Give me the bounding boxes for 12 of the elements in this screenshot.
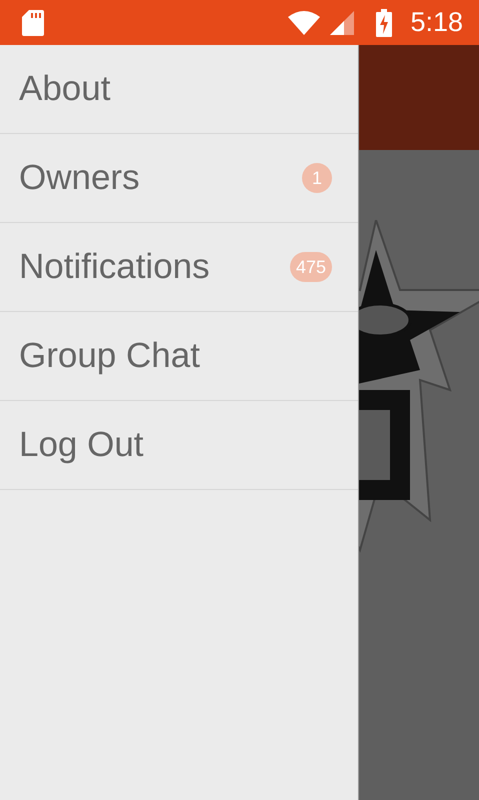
sd-card-icon xyxy=(22,10,44,36)
count-badge: 1 xyxy=(302,163,332,193)
signal-icon xyxy=(330,10,354,34)
wifi-icon xyxy=(288,10,320,34)
clock-time: 5:18 xyxy=(410,7,463,38)
drawer-item[interactable]: Group Chat xyxy=(0,312,358,401)
count-badge: 475 xyxy=(290,252,332,282)
drawer-item[interactable]: About xyxy=(0,45,358,134)
drawer-item[interactable]: Owners 1 xyxy=(0,134,358,223)
drawer-item[interactable]: Notifications 475 xyxy=(0,223,358,312)
battery-charging-icon xyxy=(376,8,392,36)
drawer-item[interactable]: Log Out xyxy=(0,401,358,490)
